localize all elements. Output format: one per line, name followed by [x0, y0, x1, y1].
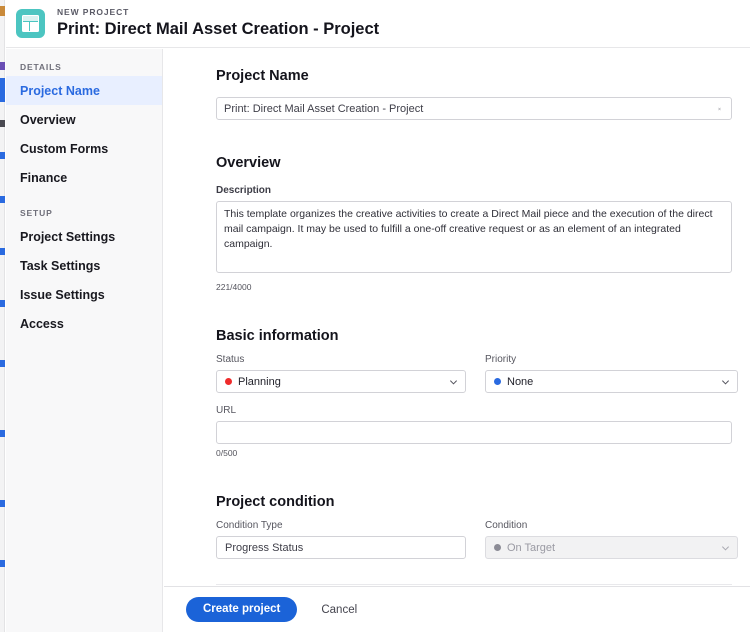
rail-marker-6 [0, 248, 5, 255]
rail-marker-11 [0, 560, 5, 567]
create-project-button[interactable]: Create project [186, 597, 298, 622]
condition-type-value-box[interactable]: Progress Status [216, 536, 466, 559]
header-eyebrow: NEW PROJECT [57, 7, 130, 17]
section-divider [216, 584, 732, 585]
sidebar-item-project-name[interactable]: Project Name [0, 76, 162, 105]
condition-select: On Target [485, 536, 738, 559]
app-rail [0, 0, 5, 632]
rail-marker-3 [0, 120, 5, 127]
sidebar-group-label-details: DETAILS [20, 62, 62, 72]
rail-marker-2 [0, 62, 5, 70]
project-name-field-wrap [216, 97, 732, 120]
condition-value: On Target [507, 541, 556, 554]
dialog-sidebar: DETAILS Project Name Overview Custom For… [0, 49, 163, 632]
section-heading-project-name: Project Name [216, 68, 309, 84]
project-condition-row: Condition Type Progress Status Condition… [216, 519, 738, 559]
status-field-group: Status Planning [216, 353, 466, 393]
priority-field-group: Priority None [485, 353, 738, 393]
sidebar-group-label-setup: SETUP [20, 208, 53, 218]
section-heading-overview: Overview [216, 155, 281, 171]
chevron-down-icon [721, 377, 730, 386]
condition-type-label: Condition Type [216, 520, 283, 531]
sidebar-item-custom-forms[interactable]: Custom Forms [6, 134, 162, 163]
dialog-content: Project Name Overview Description 221/40… [164, 49, 750, 586]
priority-dot-icon [494, 378, 501, 385]
sidebar-item-finance[interactable]: Finance [6, 163, 162, 192]
url-char-count: 0/500 [216, 448, 238, 458]
page-title: Print: Direct Mail Asset Creation - Proj… [57, 20, 380, 38]
description-char-count: 221/4000 [216, 282, 252, 292]
rail-marker-9 [0, 430, 5, 437]
url-field-group: URL 0/500 [216, 404, 732, 459]
basic-information-row: Status Planning Priority None [216, 353, 738, 393]
description-label: Description [216, 185, 272, 196]
project-template-icon [16, 9, 45, 38]
chevron-down-icon [449, 377, 458, 386]
chevron-down-icon [721, 543, 730, 552]
rail-marker-active [0, 78, 5, 102]
sidebar-item-label: Task Settings [20, 258, 101, 273]
priority-value: None [507, 375, 534, 388]
condition-label: Condition [485, 520, 528, 531]
sidebar-item-label: Project Settings [20, 229, 116, 244]
condition-field-group: Condition On Target [485, 519, 738, 559]
close-icon[interactable] [712, 101, 727, 116]
section-heading-basic-information: Basic information [216, 328, 339, 344]
header-text-block: NEW PROJECT Print: Direct Mail Asset Cre… [57, 7, 379, 40]
cancel-button[interactable]: Cancel [317, 604, 361, 616]
project-name-input[interactable] [216, 97, 732, 120]
condition-dot-icon [494, 544, 501, 551]
dialog-footer: Create project Cancel [164, 586, 750, 632]
description-textarea[interactable] [216, 201, 732, 273]
sidebar-item-label: Issue Settings [20, 287, 105, 302]
sidebar-item-issue-settings[interactable]: Issue Settings [6, 280, 162, 309]
url-input[interactable] [216, 421, 732, 444]
rail-marker-8 [0, 360, 5, 367]
section-heading-project-condition: Project condition [216, 494, 335, 510]
priority-label: Priority [485, 354, 517, 365]
rail-marker-10 [0, 500, 5, 507]
layout-glyph [22, 15, 39, 32]
sidebar-item-label: Finance [20, 170, 68, 185]
sidebar-item-label: Custom Forms [20, 141, 109, 156]
dialog-header: NEW PROJECT Print: Direct Mail Asset Cre… [6, 0, 750, 48]
sidebar-item-label: Overview [20, 112, 76, 127]
sidebar-item-task-settings[interactable]: Task Settings [6, 251, 162, 280]
url-label: URL [216, 405, 237, 416]
rail-marker-5 [0, 196, 5, 203]
sidebar-item-label: Project Name [20, 83, 100, 98]
condition-type-field-group: Condition Type Progress Status [216, 519, 466, 559]
rail-marker-7 [0, 300, 5, 307]
status-value: Planning [238, 375, 281, 388]
sidebar-item-access[interactable]: Access [6, 309, 162, 338]
sidebar-item-project-settings[interactable]: Project Settings [6, 222, 162, 251]
rail-marker-4 [0, 152, 5, 159]
new-project-dialog: NEW PROJECT Print: Direct Mail Asset Cre… [0, 0, 750, 632]
rail-marker-1 [0, 6, 5, 16]
status-select[interactable]: Planning [216, 370, 466, 393]
sidebar-item-overview[interactable]: Overview [6, 105, 162, 134]
status-dot-icon [225, 378, 232, 385]
sidebar-item-label: Access [20, 316, 64, 331]
status-label: Status [216, 354, 245, 365]
condition-type-value: Progress Status [225, 541, 304, 554]
priority-select[interactable]: None [485, 370, 738, 393]
